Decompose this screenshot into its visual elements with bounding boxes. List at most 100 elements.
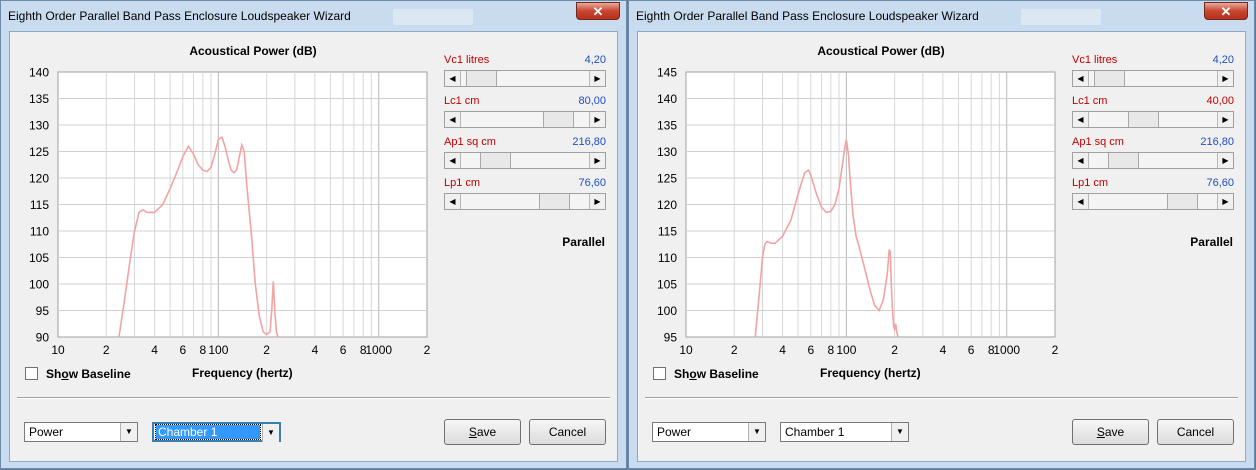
save-button[interactable]: Save (1072, 419, 1149, 445)
parameter-scrollbar[interactable]: ◀ ▶ (1072, 152, 1234, 169)
scroll-thumb[interactable] (543, 112, 574, 127)
x-tick-label: 2 (1052, 343, 1059, 357)
x-axis-label: Frequency (hertz) (820, 366, 921, 380)
output-type-select[interactable]: Power ▼ (24, 422, 138, 442)
checkbox-box[interactable] (653, 367, 666, 381)
x-tick-label: 6 (340, 343, 347, 357)
y-tick-label: 95 (664, 331, 678, 345)
checkbox-box[interactable] (25, 367, 38, 381)
x-tick-label: 4 (312, 343, 319, 357)
parameter-slider-group: Lp1 cm 76,60 ◀ ▶ (1072, 177, 1234, 219)
parameter-scrollbar[interactable]: ◀ ▶ (444, 70, 606, 87)
chevron-down-icon[interactable]: ▼ (748, 423, 765, 441)
parameter-scrollbar[interactable]: ◀ ▶ (444, 193, 606, 210)
save-accelerator: S (468, 425, 477, 439)
y-tick-label: 90 (36, 331, 50, 345)
x-tick-label: 100 (208, 343, 228, 357)
scroll-right-arrow-icon[interactable]: ▶ (1217, 194, 1233, 209)
x-tick-label: 2 (103, 343, 110, 357)
x-tick-label: 6 (807, 343, 814, 357)
parameter-scrollbar[interactable]: ◀ ▶ (1072, 111, 1234, 128)
save-label: ave (1104, 425, 1125, 439)
y-tick-label: 105 (657, 278, 677, 292)
parameter-slider-group: Lc1 cm 40,00 ◀ ▶ (1072, 95, 1234, 137)
scroll-left-arrow-icon[interactable]: ◀ (445, 71, 461, 86)
parameter-slider-group: Ap1 sq cm 216,80 ◀ ▶ (1072, 136, 1234, 178)
parameter-scrollbar[interactable]: ◀ ▶ (444, 111, 606, 128)
enclosure-mode-label: Parallel (1190, 235, 1233, 249)
label-accelerator: o (61, 366, 69, 381)
close-button[interactable]: ✕ (1204, 2, 1248, 20)
title-bar[interactable]: Eighth Order Parallel Band Pass Enclosur… (1, 1, 626, 31)
scroll-right-arrow-icon[interactable]: ▶ (1217, 112, 1233, 127)
x-axis-label: Frequency (hertz) (192, 366, 293, 380)
parameter-scrollbar[interactable]: ◀ ▶ (1072, 193, 1234, 210)
parameter-slider-group: Vc1 litres 4,20 ◀ ▶ (1072, 54, 1234, 96)
scroll-right-arrow-icon[interactable]: ▶ (1217, 71, 1233, 86)
y-tick-label: 100 (29, 278, 49, 292)
scroll-left-arrow-icon[interactable]: ◀ (445, 194, 461, 209)
chevron-down-icon[interactable]: ▼ (262, 424, 279, 442)
parameter-name: Ap1 sq cm (1072, 136, 1124, 148)
scroll-right-arrow-icon[interactable]: ▶ (589, 71, 605, 86)
y-tick-label: 145 (657, 66, 677, 80)
parameter-name: Lp1 cm (444, 177, 481, 189)
cancel-button[interactable]: Cancel (1157, 419, 1234, 445)
scroll-left-arrow-icon[interactable]: ◀ (445, 153, 461, 168)
scroll-thumb[interactable] (1094, 71, 1125, 86)
x-tick-label: 10 (51, 343, 65, 357)
scroll-thumb[interactable] (1128, 112, 1159, 127)
output-type-select[interactable]: Power ▼ (652, 422, 766, 442)
parameter-scrollbar[interactable]: ◀ ▶ (444, 152, 606, 169)
y-tick-label: 115 (658, 225, 677, 239)
chamber-select[interactable]: Chamber 1 ▼ (780, 422, 909, 442)
y-tick-label: 120 (657, 198, 677, 212)
scroll-left-arrow-icon[interactable]: ◀ (1073, 153, 1089, 168)
scroll-thumb[interactable] (1167, 194, 1198, 209)
chevron-down-icon[interactable]: ▼ (120, 423, 137, 441)
separator (645, 397, 1238, 399)
save-button[interactable]: Save (444, 419, 521, 445)
parameter-name: Vc1 litres (444, 54, 490, 66)
y-tick-label: 115 (30, 198, 49, 212)
scroll-right-arrow-icon[interactable]: ▶ (589, 153, 605, 168)
background-window-ghost (393, 9, 473, 25)
wizard-window: Eighth Order Parallel Band Pass Enclosur… (0, 0, 627, 469)
scroll-thumb[interactable] (466, 71, 497, 86)
scroll-left-arrow-icon[interactable]: ◀ (1073, 71, 1089, 86)
output-type-value: Power (657, 425, 692, 439)
chamber-select[interactable]: Chamber 1 ▼ (152, 422, 281, 442)
scroll-left-arrow-icon[interactable]: ◀ (1073, 112, 1089, 127)
parameter-name: Lp1 cm (1072, 177, 1109, 189)
scroll-thumb[interactable] (480, 153, 511, 168)
x-tick-label: 1000 (993, 343, 1020, 357)
y-tick-label: 135 (657, 119, 677, 133)
show-baseline-checkbox[interactable]: Show Baseline (25, 366, 131, 381)
parameter-slider-group: Ap1 sq cm 216,80 ◀ ▶ (444, 136, 606, 178)
window-title: Eighth Order Parallel Band Pass Enclosur… (8, 9, 351, 23)
chevron-down-icon[interactable]: ▼ (891, 423, 908, 441)
y-tick-label: 120 (29, 172, 49, 186)
parameter-value: 216,80 (1200, 136, 1234, 148)
y-tick-label: 140 (657, 92, 677, 106)
y-tick-label: 125 (657, 172, 677, 186)
scroll-left-arrow-icon[interactable]: ◀ (445, 112, 461, 127)
title-bar[interactable]: Eighth Order Parallel Band Pass Enclosur… (629, 1, 1254, 31)
parameter-slider-group: Lp1 cm 76,60 ◀ ▶ (444, 177, 606, 219)
scroll-thumb[interactable] (1108, 153, 1139, 168)
parameter-name: Vc1 litres (1072, 54, 1118, 66)
scroll-right-arrow-icon[interactable]: ▶ (1217, 153, 1233, 168)
cancel-button[interactable]: Cancel (529, 419, 606, 445)
parameter-scrollbar[interactable]: ◀ ▶ (1072, 70, 1234, 87)
scroll-right-arrow-icon[interactable]: ▶ (589, 112, 605, 127)
close-button[interactable]: ✕ (576, 2, 620, 20)
parameter-value: 76,60 (1206, 177, 1234, 189)
parameter-slider-group: Lc1 cm 80,00 ◀ ▶ (444, 95, 606, 137)
scroll-thumb[interactable] (539, 194, 570, 209)
scroll-right-arrow-icon[interactable]: ▶ (589, 194, 605, 209)
show-baseline-checkbox[interactable]: Show Baseline (653, 366, 759, 381)
x-tick-label: 100 (836, 343, 856, 357)
show-baseline-label: Show Baseline (46, 367, 131, 381)
scroll-left-arrow-icon[interactable]: ◀ (1073, 194, 1089, 209)
window-title: Eighth Order Parallel Band Pass Enclosur… (636, 9, 979, 23)
